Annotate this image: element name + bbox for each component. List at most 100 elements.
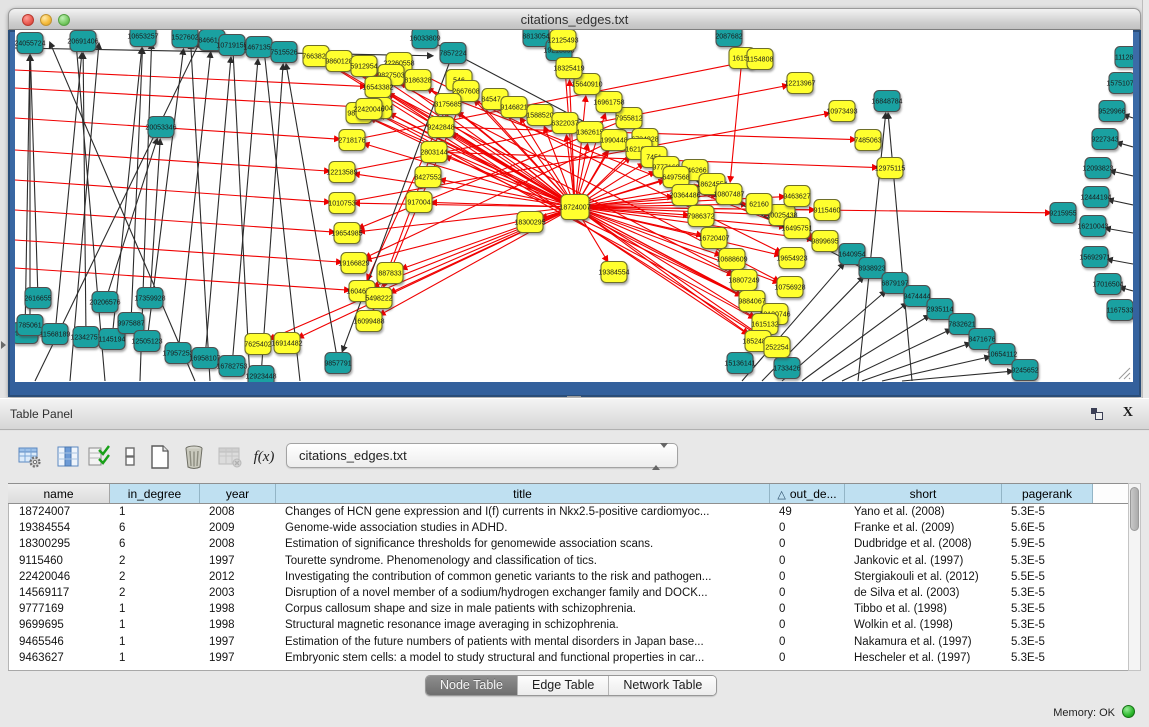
- function-builder-icon[interactable]: f(x): [250, 443, 278, 471]
- table-cell[interactable]: 0: [771, 569, 846, 585]
- graph-node-yellow[interactable]: 9115460: [814, 200, 841, 221]
- table-cell[interactable]: Estimation of significance thresholds fo…: [277, 536, 771, 552]
- table-cell[interactable]: 22420046: [9, 569, 111, 585]
- graph-node-teal[interactable]: 1733426: [773, 358, 800, 379]
- graph-node-yellow[interactable]: 2718176: [338, 130, 365, 151]
- window-titlebar[interactable]: citations_edges.txt: [8, 8, 1141, 30]
- graph-node-teal[interactable]: 9529966: [1098, 101, 1125, 122]
- graph-node-teal[interactable]: 2087682: [715, 30, 742, 47]
- table-cell[interactable]: Franke et al. (2009): [846, 520, 1003, 536]
- table-cell[interactable]: Wolkin et al. (1998): [846, 617, 1003, 633]
- table-cell[interactable]: 1: [111, 504, 201, 520]
- graph-node-teal[interactable]: 15136141: [724, 353, 755, 374]
- citation-edge-red[interactable]: [15, 88, 366, 107]
- table-row[interactable]: 1456911722003Disruption of a novel membe…: [9, 585, 1128, 601]
- graph-node-teal[interactable]: 16848784: [871, 91, 902, 112]
- graph-node-teal[interactable]: 16782753: [216, 356, 247, 377]
- resize-grip-icon[interactable]: [1115, 364, 1131, 380]
- column-header-in-degree[interactable]: in_degree: [110, 484, 200, 503]
- graph-node-yellow[interactable]: 19384554: [598, 262, 629, 283]
- graph-node-teal[interactable]: 16033809: [409, 30, 440, 49]
- table-cell[interactable]: 0: [771, 536, 846, 552]
- graph-node-teal[interactable]: 1527602: [171, 30, 198, 48]
- graph-node-yellow[interactable]: 16495751: [781, 218, 812, 239]
- graph-node-yellow[interactable]: 19654985: [331, 223, 362, 244]
- graph-node-yellow[interactable]: 8427552: [414, 167, 441, 188]
- graph-node-yellow[interactable]: 252254: [764, 337, 790, 358]
- graph-node-yellow[interactable]: 18325419: [553, 58, 584, 79]
- table-cell[interactable]: 2: [111, 553, 201, 569]
- citation-edge-red[interactable]: [380, 207, 575, 315]
- table-cell[interactable]: 1997: [201, 634, 277, 650]
- graph-node-teal[interactable]: 10653257: [127, 30, 158, 47]
- graph-node-yellow[interactable]: 7485063: [854, 130, 881, 151]
- table-cell[interactable]: 0: [771, 553, 846, 569]
- graph-node-teal[interactable]: 17016504: [1092, 274, 1123, 295]
- graph-node-yellow[interactable]: 16099488: [353, 311, 384, 332]
- table-cell[interactable]: 5.6E-5: [1003, 520, 1094, 536]
- table-cell[interactable]: 5.3E-5: [1003, 601, 1094, 617]
- citation-edge-black[interactable]: [205, 58, 231, 358]
- table-cell[interactable]: 0: [771, 601, 846, 617]
- table-cell[interactable]: Estimation of the future numbers of pati…: [277, 634, 771, 650]
- table-cell[interactable]: 1997: [201, 650, 277, 666]
- graph-node-teal[interactable]: 12342757: [70, 327, 101, 348]
- graph-node-yellow[interactable]: 9242848: [427, 117, 454, 138]
- citation-edge-black[interactable]: [286, 65, 338, 363]
- graph-node-teal[interactable]: 12093823: [1082, 158, 1113, 179]
- table-cell[interactable]: 1: [111, 634, 201, 650]
- graph-node-yellow[interactable]: 1154808: [747, 49, 774, 70]
- citation-edge-black[interactable]: [1106, 228, 1133, 233]
- table-cell[interactable]: 2: [111, 569, 201, 585]
- citation-edge-black[interactable]: [802, 304, 907, 381]
- citation-edge-black[interactable]: [862, 343, 970, 381]
- table-cell[interactable]: 5.5E-5: [1003, 569, 1094, 585]
- collapsed-panel-chevron-icon[interactable]: [1, 341, 6, 349]
- graph-node-yellow[interactable]: 12975115: [875, 158, 906, 179]
- graph-node-teal[interactable]: 17359928: [134, 288, 165, 309]
- graph-node-yellow[interactable]: 7986372: [687, 206, 714, 227]
- citation-edge-red[interactable]: [15, 150, 329, 171]
- citation-edge-red[interactable]: [15, 118, 339, 139]
- close-panel-icon[interactable]: X: [1123, 405, 1133, 421]
- citation-edge-red[interactable]: [452, 134, 575, 207]
- delete-table-icon[interactable]: [180, 443, 208, 471]
- table-cell[interactable]: 5.3E-5: [1003, 553, 1094, 569]
- graph-node-teal[interactable]: 12444194: [1080, 187, 1111, 208]
- graph-node-yellow[interactable]: 9146821: [500, 97, 527, 118]
- table-cell[interactable]: 2012: [201, 569, 277, 585]
- table-cell[interactable]: 0: [771, 617, 846, 633]
- graph-node-teal[interactable]: 12505123: [131, 331, 162, 352]
- table-cell[interactable]: 14569117: [9, 585, 111, 601]
- graph-node-yellow[interactable]: 19654923: [776, 248, 807, 269]
- table-cell[interactable]: Genome-wide association studies in ADHD.: [277, 520, 771, 536]
- table-cell[interactable]: 5.3E-5: [1003, 650, 1094, 666]
- graph-node-teal[interactable]: 24055724: [15, 33, 46, 54]
- graph-node-yellow[interactable]: 1010753: [328, 193, 355, 214]
- graph-node-yellow[interactable]: 5912954: [350, 56, 377, 77]
- column-header-short[interactable]: short: [845, 484, 1002, 503]
- table-row[interactable]: 1938455462009Genome-wide association stu…: [9, 520, 1128, 536]
- table-cell[interactable]: 5.9E-5: [1003, 536, 1094, 552]
- graph-node-teal[interactable]: 11568189: [40, 324, 71, 345]
- graph-node-yellow[interactable]: 8186328: [404, 70, 431, 91]
- scrollbar-thumb[interactable]: [1130, 487, 1139, 531]
- row-select-icon[interactable]: [86, 443, 114, 471]
- graph-node-teal[interactable]: 7857224: [439, 43, 466, 64]
- table-cell[interactable]: 9115460: [9, 553, 111, 569]
- table-row[interactable]: 911546021997Tourette syndrome. Phenomeno…: [9, 553, 1128, 569]
- graph-node-teal[interactable]: 12923448: [245, 366, 276, 383]
- citation-edge-red[interactable]: [15, 240, 341, 262]
- table-cell[interactable]: Tibbo et al. (1998): [846, 601, 1003, 617]
- table-cell[interactable]: 5.3E-5: [1003, 585, 1094, 601]
- graph-node-teal[interactable]: 9857791: [324, 353, 351, 374]
- table-cell[interactable]: Structural magnetic resonance image aver…: [277, 617, 771, 633]
- table-cell[interactable]: 49: [771, 504, 846, 520]
- graph-node-yellow[interactable]: 7625402: [244, 334, 271, 355]
- table-cell[interactable]: 5.3E-5: [1003, 617, 1094, 633]
- graph-node-yellow[interactable]: 9463627: [783, 186, 810, 207]
- citation-edge-black[interactable]: [822, 316, 929, 381]
- table-row[interactable]: 946554611997Estimation of the future num…: [9, 634, 1128, 650]
- table-cell[interactable]: 18724007: [9, 504, 111, 520]
- citation-edge-red[interactable]: [15, 268, 349, 290]
